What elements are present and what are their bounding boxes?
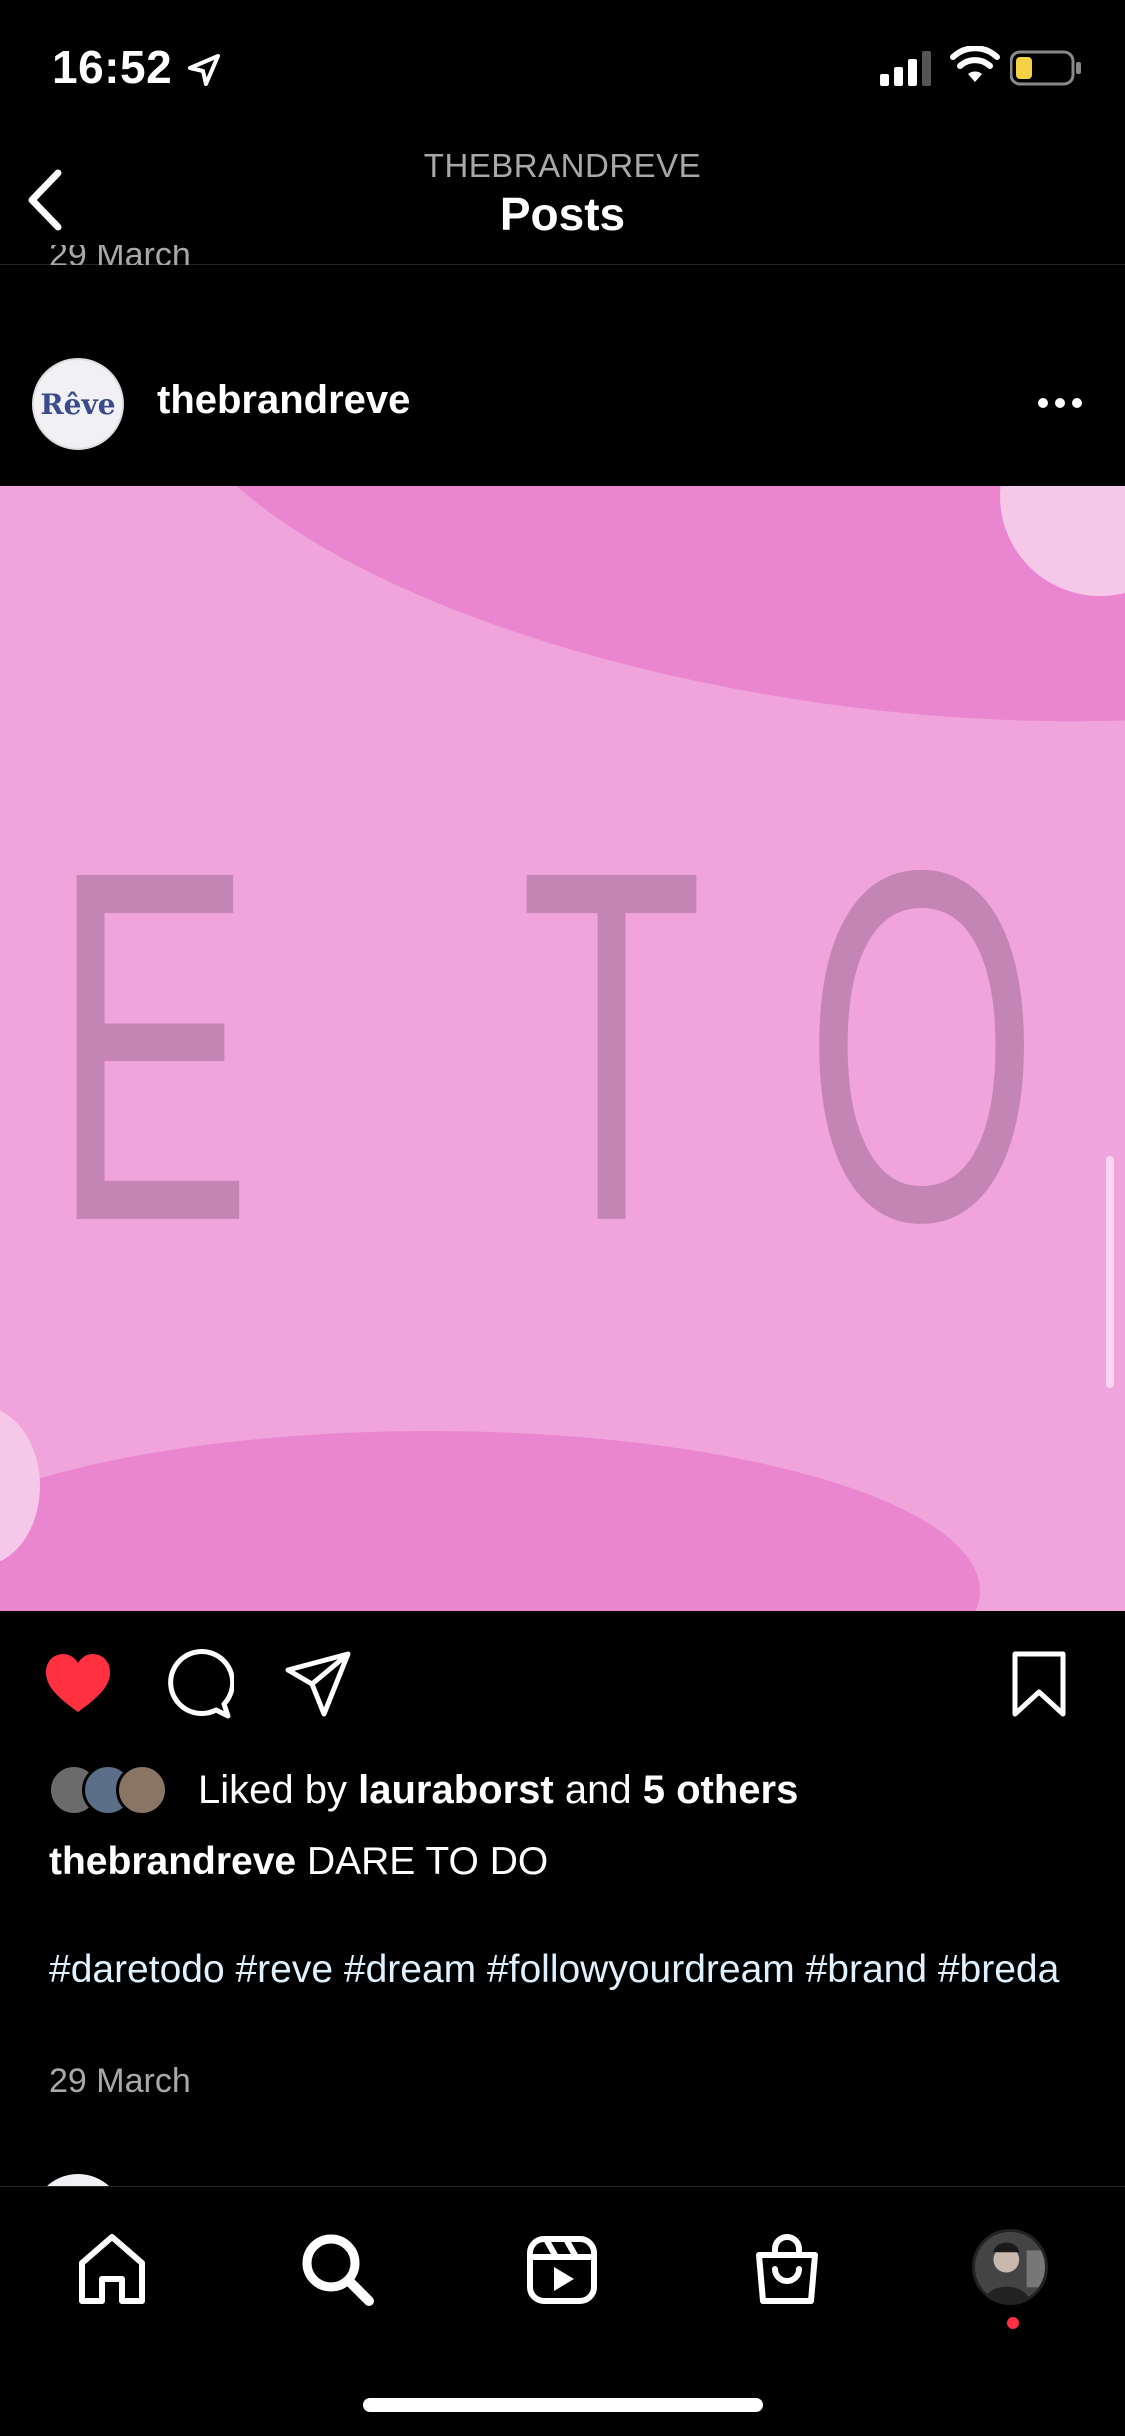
likes-text[interactable]: Liked by lauraborst and 5 others bbox=[198, 1768, 798, 1813]
scrollbar[interactable] bbox=[1106, 1156, 1114, 1388]
post-header: Rêve thebrandreve bbox=[0, 356, 1125, 486]
battery-icon bbox=[1010, 50, 1081, 86]
comment-icon[interactable] bbox=[162, 1648, 234, 1720]
likes-user[interactable]: lauraborst bbox=[358, 1768, 554, 1812]
status-time: 16:52 bbox=[52, 41, 173, 93]
notification-dot bbox=[1007, 2317, 1019, 2329]
heart-icon[interactable] bbox=[42, 1648, 114, 1720]
search-icon[interactable] bbox=[297, 2229, 377, 2309]
image-blob-top bbox=[130, 486, 1125, 801]
share-icon[interactable] bbox=[282, 1648, 354, 1720]
post-date: 29 March bbox=[49, 2062, 191, 2100]
image-blob-bottom bbox=[0, 1431, 980, 1611]
caption-text: DARE TO DO bbox=[306, 1840, 549, 1883]
avatar-logo-text: Rêve bbox=[40, 387, 116, 421]
image-letter: O bbox=[805, 766, 1039, 1325]
post-image[interactable]: E T O bbox=[0, 486, 1125, 1611]
profile-avatar[interactable] bbox=[972, 2229, 1048, 2305]
likes-and: and bbox=[564, 1768, 632, 1812]
post-actions bbox=[0, 1640, 1125, 1730]
nav-title: Posts bbox=[499, 188, 626, 240]
post-avatar[interactable]: Rêve bbox=[32, 358, 124, 450]
previous-post-date: 29 March bbox=[49, 245, 191, 265]
likes-others[interactable]: 5 others bbox=[643, 1768, 799, 1812]
likes-prefix: Liked by bbox=[198, 1768, 347, 1812]
location-arrow-icon bbox=[188, 54, 220, 86]
wifi-icon bbox=[950, 46, 1000, 82]
shop-icon[interactable] bbox=[747, 2229, 827, 2309]
nav-subtitle: THEBRANDREVE bbox=[423, 147, 702, 184]
caption-username[interactable]: thebrandreve bbox=[49, 1840, 296, 1883]
post-hashtags[interactable]: #daretodo #reve #dream #followyourdream … bbox=[49, 1946, 1089, 1994]
bookmark-icon[interactable] bbox=[1003, 1648, 1075, 1720]
likes-row[interactable]: Liked by lauraborst and 5 others bbox=[48, 1760, 1098, 1820]
liker-avatar bbox=[116, 1764, 168, 1816]
post-caption: thebrandreve DARE TO DO bbox=[49, 1838, 1089, 1886]
post-username[interactable]: thebrandreve bbox=[157, 378, 410, 423]
more-options-icon[interactable] bbox=[1035, 388, 1085, 418]
home-icon[interactable] bbox=[72, 2229, 152, 2309]
image-letter: T bbox=[520, 766, 704, 1325]
image-letter: E bbox=[52, 766, 253, 1325]
reels-icon[interactable] bbox=[522, 2229, 602, 2309]
status-bar: 16:52 bbox=[0, 0, 1125, 135]
home-indicator[interactable] bbox=[363, 2398, 763, 2412]
signal-icon bbox=[880, 51, 931, 86]
